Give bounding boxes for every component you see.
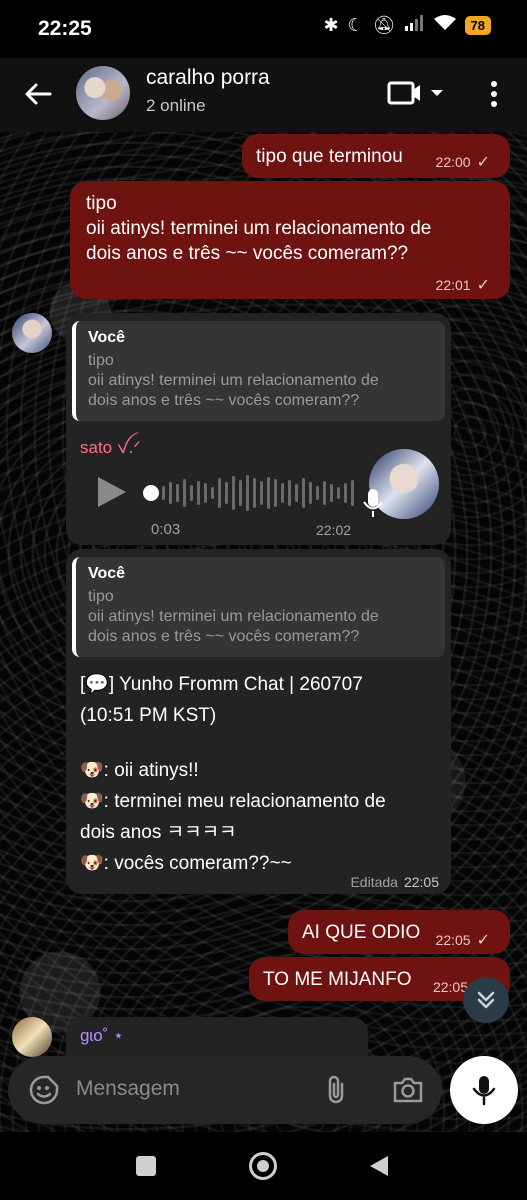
home-button[interactable]	[249, 1152, 277, 1180]
moon-icon: ☾	[347, 15, 364, 35]
incoming-message[interactable]: Você tipo oii atinys! terminei um relaci…	[66, 549, 451, 894]
voice-record-button[interactable]	[450, 1056, 518, 1124]
reply-line: dois anos e três ~~ vocês comeram??	[88, 392, 360, 409]
sender-name[interactable]: sato ꪜ.ᐟ	[80, 432, 141, 467]
message-time: 22:01	[435, 277, 471, 293]
message-line: dois anos ㅋㅋㅋㅋ	[80, 822, 237, 843]
message-line: 🐶: terminei meu relacionamento de	[80, 791, 386, 812]
play-icon[interactable]	[94, 475, 128, 509]
message-text: tipo oii atinys! terminei um relacioname…	[86, 191, 431, 266]
group-avatar[interactable]	[76, 66, 130, 120]
outgoing-message[interactable]: tipo que terminou 22:00 ✓	[242, 134, 510, 178]
sender-avatar[interactable]	[12, 1017, 52, 1057]
system-nav-bar	[0, 1132, 527, 1200]
status-bar: 22:25 ✱ ☾ 🔕︎ 78	[0, 0, 527, 58]
reply-quote[interactable]: Você tipo oii atinys! terminei um relaci…	[72, 321, 445, 421]
message-line: (10:51 PM KST)	[80, 705, 217, 726]
back-button[interactable]	[368, 1154, 390, 1183]
message-meta: 22:00 ✓	[436, 152, 490, 172]
incoming-message[interactable]: gɩo˚ ⋆	[66, 1017, 368, 1057]
sent-check-icon: ✓	[476, 154, 490, 171]
chat-title[interactable]: caralho porra	[146, 66, 270, 90]
bluetooth-icon: ✱	[323, 15, 339, 35]
message-line: 🐶: oii atinys!!	[80, 760, 199, 781]
scroll-to-bottom-button[interactable]	[463, 977, 509, 1023]
recents-button[interactable]	[136, 1156, 156, 1176]
signal-icon	[404, 15, 425, 36]
message-text: AI QUE ODIO	[302, 922, 421, 943]
attachment-icon[interactable]	[324, 1074, 348, 1111]
message-time: 22:05	[403, 874, 439, 890]
sent-check-icon: ✓	[476, 932, 490, 949]
reply-author: Você	[88, 329, 126, 346]
chat-header: caralho porra 2 online	[0, 58, 527, 132]
message-line: oii atinys! terminei um relacionamento d…	[86, 218, 432, 239]
message-line: [💬] Yunho Fromm Chat | 260707	[80, 674, 363, 695]
microphone-icon	[363, 489, 383, 522]
message-line: tipo	[86, 193, 117, 214]
message-text: tipo que terminou	[256, 146, 403, 167]
more-options-icon[interactable]	[482, 76, 506, 110]
message-time: 22:00	[435, 154, 471, 170]
wifi-icon	[433, 15, 456, 36]
message-meta: 22:01 ✓	[436, 275, 490, 295]
message-meta: 22:02	[316, 522, 351, 538]
back-arrow-icon[interactable]	[18, 74, 58, 114]
sticker-icon[interactable]	[28, 1074, 60, 1111]
microphone-icon	[472, 1076, 496, 1106]
outgoing-message[interactable]: AI QUE ODIO 22:05 ✓	[288, 910, 510, 954]
online-count: 2 online	[146, 96, 206, 115]
message-time: 22:05	[435, 932, 471, 948]
reply-line: tipo	[88, 588, 114, 605]
mute-bell-icon: 🔕︎	[372, 15, 396, 35]
message-time: 22:02	[316, 522, 352, 538]
battery-badge: 78	[464, 16, 491, 35]
sender-avatar[interactable]	[12, 313, 52, 353]
reply-quote[interactable]: Você tipo oii atinys! terminei um relaci…	[72, 557, 445, 657]
message-meta: Editada 22:05	[350, 874, 439, 890]
outgoing-message[interactable]: tipo oii atinys! terminei um relacioname…	[70, 181, 510, 299]
status-time: 22:25	[38, 17, 92, 40]
double-chevron-down-icon	[477, 991, 495, 1009]
message-input[interactable]: Mensagem	[76, 1077, 180, 1101]
status-icons: ✱ ☾ 🔕︎ 78	[323, 15, 491, 36]
message-meta: 22:05	[433, 979, 468, 995]
message-line: dois anos e três ~~ vocês comeram??	[86, 243, 409, 264]
reply-line: oii atinys! terminei um relacionamento d…	[88, 372, 379, 389]
video-call-icon[interactable]	[386, 76, 450, 110]
edited-label: Editada	[350, 874, 398, 890]
message-meta: 22:05 ✓	[436, 930, 490, 950]
sent-check-icon: ✓	[476, 277, 490, 294]
reply-line: dois anos e três ~~ vocês comeram??	[88, 628, 360, 645]
voice-waveform[interactable]	[162, 473, 354, 513]
message-text: TO ME MIJANFO	[263, 969, 412, 990]
sender-name[interactable]: gɩo˚ ⋆	[80, 1026, 124, 1046]
reply-line: oii atinys! terminei um relacionamento d…	[88, 608, 379, 625]
reply-author: Você	[88, 565, 126, 582]
voice-progress-handle[interactable]	[143, 485, 159, 501]
message-time: 22:05	[432, 979, 468, 995]
camera-icon[interactable]	[392, 1075, 424, 1110]
incoming-voice-message[interactable]: Você tipo oii atinys! terminei um relaci…	[66, 313, 451, 545]
message-input-bar: Mensagem	[8, 1056, 442, 1124]
voice-duration: 0:03	[151, 521, 181, 538]
reply-line: tipo	[88, 352, 114, 369]
message-text: [💬] Yunho Fromm Chat | 260707 (10:51 PM …	[80, 669, 440, 879]
